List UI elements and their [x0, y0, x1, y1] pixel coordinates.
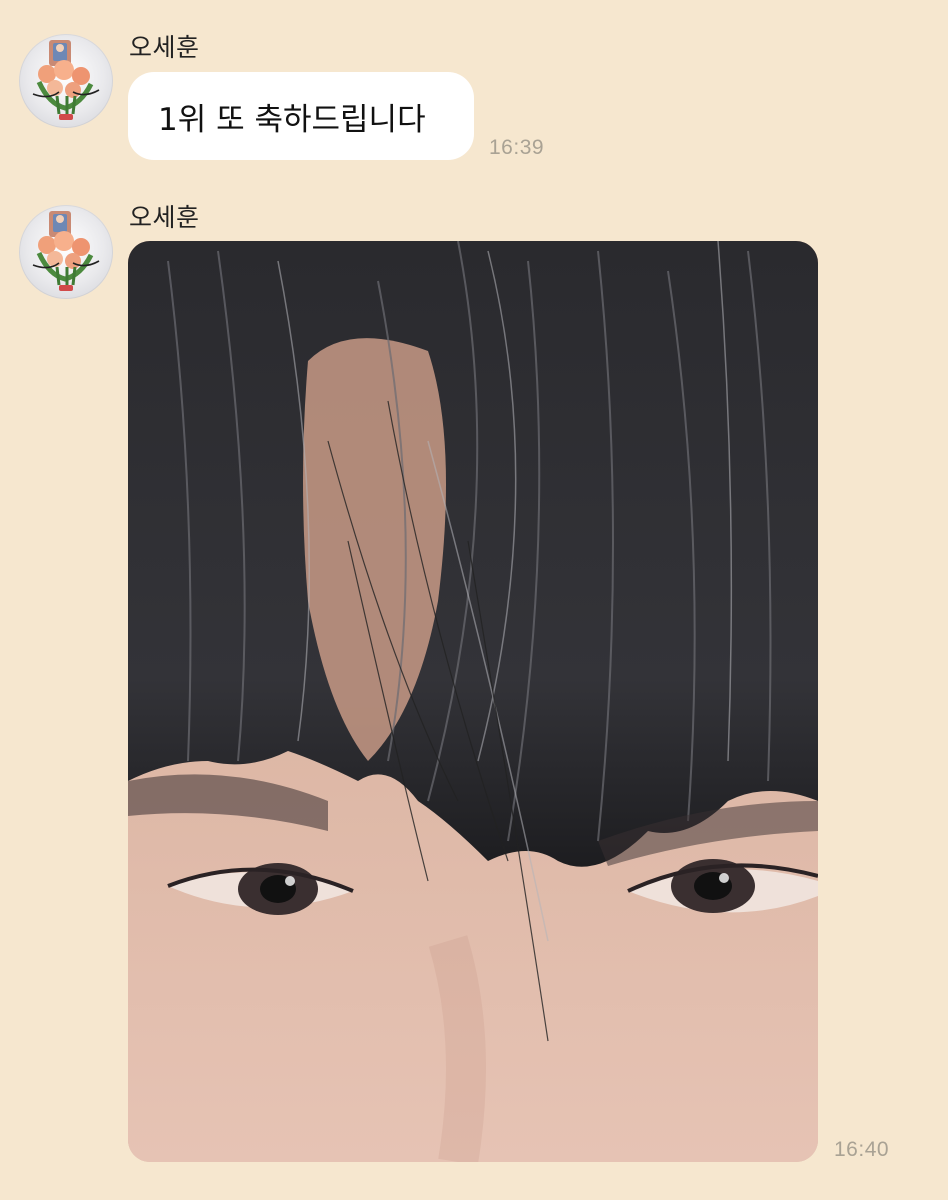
message-group-1: 오세훈 1위 또 축하드립니다 16:39 — [0, 0, 948, 180]
message-text: 1위 또 축하드립니다 — [158, 101, 426, 138]
avatar-bouquet-image — [32, 211, 100, 291]
message-timestamp: 16:40 — [834, 1138, 890, 1161]
message-photo[interactable] — [128, 241, 818, 1162]
message-timestamp: 16:39 — [489, 136, 545, 159]
sender-name: 오세훈 — [129, 203, 200, 232]
selfie-photo-image — [128, 241, 818, 1162]
avatar-bouquet-image — [32, 40, 100, 120]
sender-avatar[interactable] — [19, 205, 113, 299]
message-bubble[interactable]: 1위 또 축하드립니다 — [128, 72, 474, 160]
sender-avatar[interactable] — [19, 34, 113, 128]
message-group-2: 오세훈 16:40 — [0, 180, 948, 1200]
sender-name: 오세훈 — [129, 33, 200, 62]
